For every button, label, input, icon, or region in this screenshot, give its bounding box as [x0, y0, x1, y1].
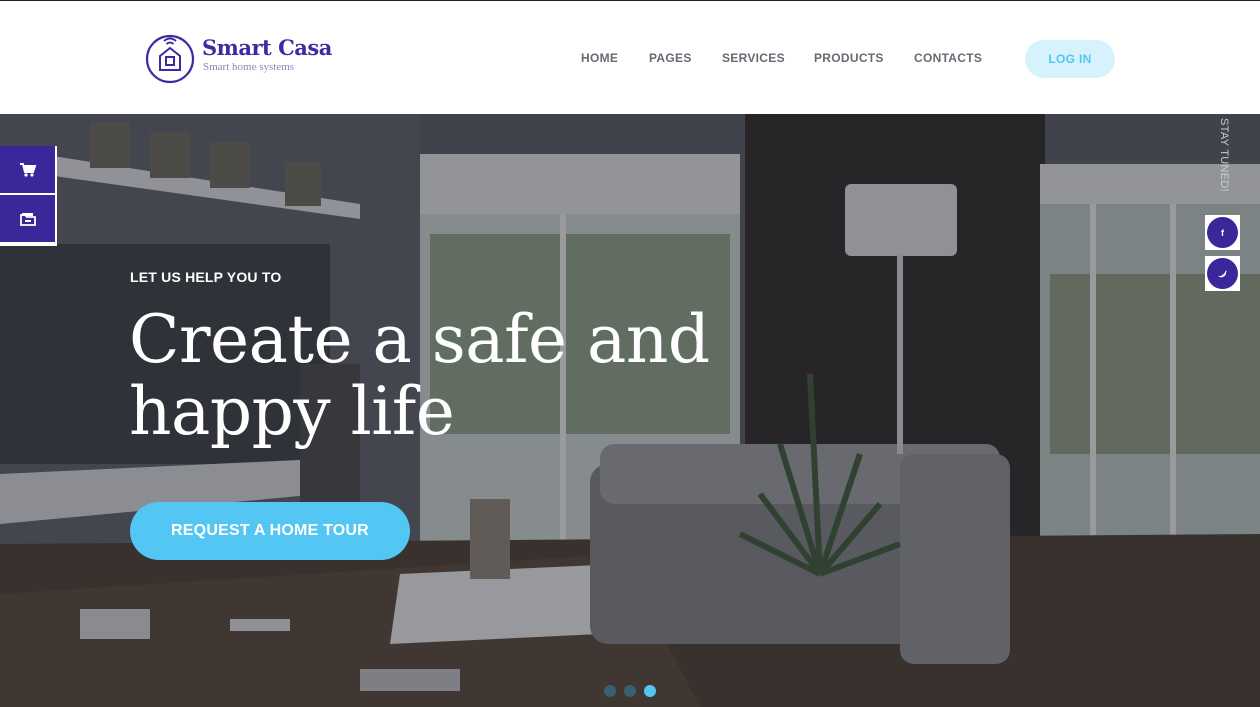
side-toolbar: [0, 146, 57, 246]
slider-pagination: [604, 685, 664, 697]
hero-title-line-2: happy life: [129, 373, 455, 450]
slider-dot-1[interactable]: [604, 685, 616, 697]
nav-home[interactable]: HOME: [581, 51, 618, 65]
hero-title-line-1: Create a safe and: [129, 301, 710, 378]
cart-icon: [19, 162, 36, 177]
stay-tuned-label: STAY TUNED!: [1218, 118, 1230, 192]
folder-icon: [19, 212, 36, 226]
nav-pages[interactable]: PAGES: [649, 51, 692, 65]
hero-title: Create a safe and happy life: [129, 304, 829, 448]
slider-dot-3-active[interactable]: [644, 685, 656, 697]
facebook-link[interactable]: f: [1205, 215, 1240, 250]
cart-button[interactable]: [0, 146, 55, 193]
hero-slider: LET US HELP YOU TO Create a safe and hap…: [0, 114, 1260, 707]
nav-services[interactable]: SERVICES: [722, 51, 785, 65]
twitter-link[interactable]: [1205, 256, 1240, 291]
slider-dot-2[interactable]: [624, 685, 636, 697]
twitter-icon: [1207, 258, 1238, 289]
nav-contacts[interactable]: CONTACTS: [914, 51, 982, 65]
site-header: Smart Casa Smart home systems HOME PAGES…: [0, 0, 1260, 114]
folder-button[interactable]: [0, 195, 55, 242]
hero-subtitle: LET US HELP YOU TO: [130, 269, 282, 285]
login-button[interactable]: LOG IN: [1025, 40, 1115, 78]
facebook-icon: f: [1207, 217, 1238, 248]
nav-products[interactable]: PRODUCTS: [814, 51, 884, 65]
request-home-tour-button[interactable]: REQUEST A HOME TOUR: [130, 502, 410, 560]
